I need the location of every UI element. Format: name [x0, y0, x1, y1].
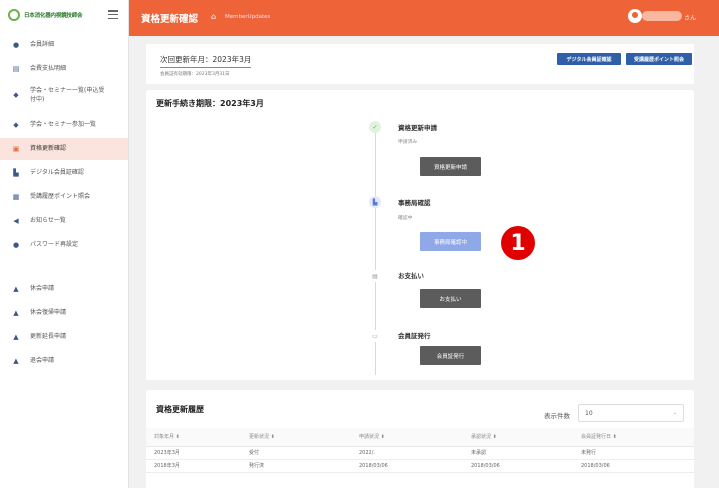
table-header-row: 対象年月 ⬍ 更新状況 ⬍ 申請状況 ⬍ 承認状況 ⬍ 会員証発行日 ⬍ — [146, 428, 694, 447]
logo-mark-icon — [8, 9, 20, 21]
step-title: 資格更新申請 — [398, 124, 437, 132]
points-inquiry-button[interactable]: 受講履歴ポイント照会 — [626, 53, 692, 65]
column-header-update-status[interactable]: 更新状況 ⬍ — [241, 428, 351, 447]
user-name-suffix: さん — [684, 15, 697, 22]
page-size-value: 10 — [585, 410, 593, 417]
table-cell: 未承認 — [463, 446, 573, 460]
building-icon: ▙ — [369, 196, 381, 208]
step-status: 確認中 — [398, 216, 413, 221]
table-cell: 発行済 — [241, 459, 351, 473]
page-title: 資格更新確認 — [141, 14, 199, 25]
sidebar-item-fee-history[interactable]: ▤ 会費支払明細 — [0, 64, 128, 82]
page-size-select[interactable]: 10 ⌄ — [578, 404, 684, 422]
receipt-icon: ▤ — [12, 65, 20, 73]
sidebar-item-qualification-renewal[interactable]: ▣ 資格更新確認 — [0, 138, 128, 160]
person-icon: ▲ — [13, 285, 19, 293]
logo[interactable]: 日本消化器内視鏡技師会 — [0, 0, 128, 30]
logo-text: 日本消化器内視鏡技師会 — [24, 13, 83, 19]
sidebar-item-label: 会員詳細 — [30, 41, 55, 48]
table-row: 2018年3月 発行済 2018/03/06 2018/03/06 2018/0… — [146, 459, 694, 473]
id-card-icon: ▣ — [12, 145, 20, 153]
table-row: 2023年3月 受付 2022/. 未承認 未発行 — [146, 446, 694, 460]
sidebar: 日本消化器内視鏡技師会 ● 会員詳細 ▤ 会費支払明細 ◆ 学会・セミナー一覧(… — [0, 0, 129, 488]
wallet-icon: ▤ — [369, 270, 381, 282]
sidebar-item-return-application[interactable]: ▲ 休会復帰申請 — [0, 302, 128, 324]
breadcrumb[interactable]: MemberUpdates — [225, 14, 270, 20]
graduation-icon: ◆ — [13, 121, 19, 129]
column-header-card-issue-date[interactable]: 会員証発行日 ⬍ — [573, 428, 694, 447]
sidebar-item-label: 資格更新確認 — [30, 145, 67, 152]
graduation-icon: ◆ — [13, 91, 19, 99]
annotation-marker: 1 — [501, 226, 535, 260]
sidebar-item-label: 会費支払明細 — [30, 65, 67, 72]
table-cell: 2023年3月 — [146, 446, 241, 460]
table-cell: 2022/. — [351, 446, 463, 460]
home-icon[interactable]: ⌂ — [211, 12, 216, 21]
sidebar-item-extension-application[interactable]: ▲ 更新延長申請 — [0, 326, 128, 348]
sidebar-item-label: デジタル会員証確認 — [30, 169, 84, 176]
megaphone-icon: ◀ — [13, 217, 19, 225]
user-name-redacted — [642, 11, 682, 21]
table-cell: 2018/03/06 — [573, 459, 694, 473]
sidebar-item-label: 学会・セミナー参加一覧 — [30, 121, 97, 128]
sidebar-nav: ● 会員詳細 ▤ 会費支払明細 ◆ 学会・セミナー一覧(申込受付中) ◆ 学会・… — [0, 40, 128, 372]
card-icon: ▭ — [369, 330, 381, 342]
sidebar-item-points[interactable]: ▦ 受講履歴ポイント照会 — [0, 186, 128, 208]
digital-card-button[interactable]: デジタル会員証確認 — [557, 53, 621, 65]
sidebar-item-digital-card[interactable]: ▙ デジタル会員証確認 — [0, 162, 128, 184]
sidebar-item-label: 休会復帰申請 — [30, 309, 67, 316]
sidebar-item-label: 学会・セミナー一覧(申込受付中) — [30, 87, 105, 103]
sidebar-item-label: パスワード再設定 — [30, 241, 79, 248]
table-cell: 2018/03/06 — [351, 459, 463, 473]
renewal-deadline: 更新手続き期限：2023年3月 — [156, 99, 264, 108]
renewal-history-card: 資格更新履歴 表示件数 10 ⌄ 対象年月 ⬍ 更新状況 ⬍ 申請状況 ⬍ 承認… — [146, 390, 694, 488]
office-confirmation-button[interactable]: 事務局確認中 — [420, 232, 481, 251]
step-title: 事務局確認 — [398, 199, 431, 207]
step-title: 会員証発行 — [398, 332, 431, 340]
card-issue-button[interactable]: 会員証発行 — [420, 346, 481, 365]
column-header-target-month[interactable]: 対象年月 ⬍ — [146, 428, 241, 447]
sidebar-item-password-reset[interactable]: ● パスワード再設定 — [0, 234, 128, 256]
sidebar-item-label: 更新延長申請 — [30, 333, 67, 340]
sidebar-item-seminar-participation[interactable]: ◆ 学会・セミナー参加一覧 — [0, 116, 128, 134]
person-icon: ▲ — [13, 357, 19, 365]
building-icon: ▙ — [13, 169, 19, 177]
next-renewal-month: 次回更新年月：2023年3月 — [160, 54, 252, 68]
sidebar-item-label: 受講履歴ポイント照会 — [30, 193, 91, 200]
sidebar-item-leave-application[interactable]: ▲ 休会申請 — [0, 278, 128, 300]
renewal-summary-card: 次回更新年月：2023年3月 会員証有効期限：2023年3月31日 デジタル会員… — [146, 44, 694, 84]
history-title: 資格更新履歴 — [156, 405, 204, 414]
sidebar-item-label: 退会申請 — [30, 357, 55, 364]
step-title: お支払い — [398, 272, 424, 280]
card-expiry-date: 会員証有効期限：2023年3月31日 — [160, 72, 230, 77]
step-status: 申請済み — [398, 140, 418, 145]
menu-toggle-icon[interactable] — [108, 10, 118, 19]
sidebar-item-member-detail[interactable]: ● 会員詳細 — [0, 40, 128, 58]
sidebar-item-label: 休会申請 — [30, 285, 55, 292]
info-icon: ● — [12, 41, 20, 49]
table-cell: 2018/03/06 — [463, 459, 573, 473]
sidebar-item-notices[interactable]: ◀ お知らせ一覧 — [0, 210, 128, 232]
key-icon: ● — [12, 241, 20, 249]
history-table: 対象年月 ⬍ 更新状況 ⬍ 申請状況 ⬍ 承認状況 ⬍ 会員証発行日 ⬍ 202… — [146, 428, 694, 473]
check-icon: ✓ — [369, 121, 381, 133]
person-icon: ▲ — [13, 333, 19, 341]
list-icon: ▦ — [12, 193, 20, 201]
chevron-down-icon: ⌄ — [672, 410, 677, 416]
column-header-application-status[interactable]: 申請状況 ⬍ — [351, 428, 463, 447]
top-header: 資格更新確認 ⌂ MemberUpdates さん — [129, 0, 719, 36]
payment-button[interactable]: お支払い — [420, 289, 481, 308]
renewal-steps-card: 更新手続き期限：2023年3月 ✓ 資格更新申請 申請済み 資格更新申請 ▙ 事… — [146, 90, 694, 380]
sidebar-item-withdrawal-application[interactable]: ▲ 退会申請 — [0, 350, 128, 372]
table-cell: 未発行 — [573, 446, 694, 460]
page-size-label: 表示件数 — [544, 412, 570, 420]
avatar[interactable] — [628, 9, 642, 23]
person-icon: ▲ — [13, 309, 19, 317]
sidebar-item-seminar-list[interactable]: ◆ 学会・セミナー一覧(申込受付中) — [0, 86, 128, 114]
renewal-application-button[interactable]: 資格更新申請 — [420, 157, 481, 176]
table-cell: 2018年3月 — [146, 459, 241, 473]
table-cell: 受付 — [241, 446, 351, 460]
column-header-approval-status[interactable]: 承認状況 ⬍ — [463, 428, 573, 447]
sidebar-item-label: お知らせ一覧 — [30, 217, 66, 224]
